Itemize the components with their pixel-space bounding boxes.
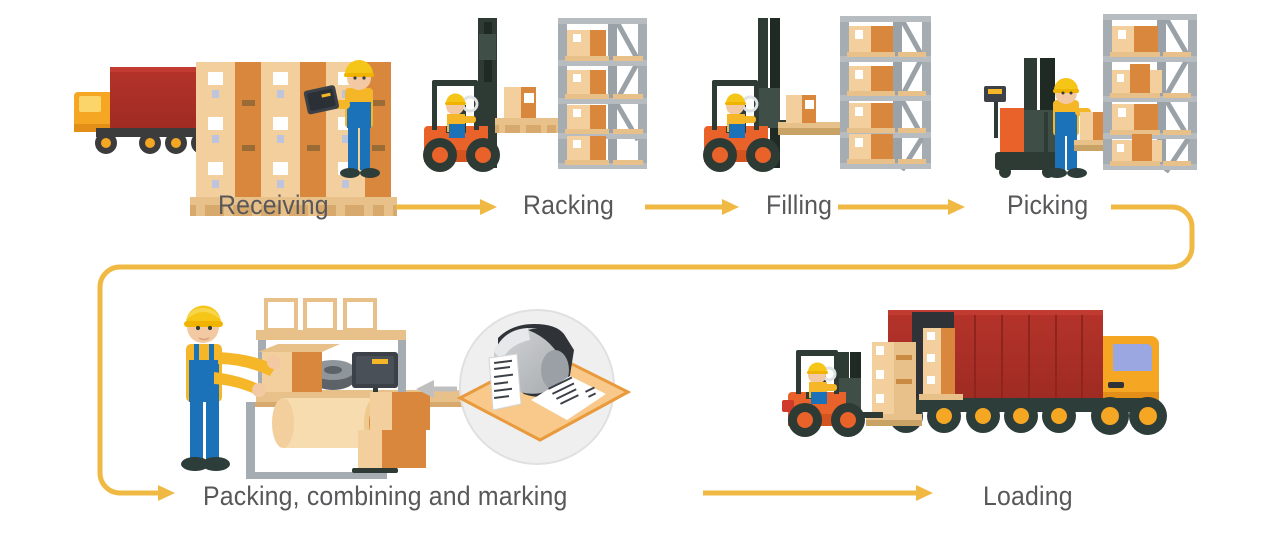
arrow-receiving-to-racking xyxy=(396,199,497,215)
arrow-packing-to-loading xyxy=(703,485,933,501)
arrow-racking-to-filling xyxy=(645,199,739,215)
loading-truck xyxy=(884,310,1167,435)
racking-forklift xyxy=(423,18,563,172)
filling-forklift xyxy=(703,18,840,172)
illustration-loading xyxy=(782,310,1167,437)
picking-order-picker-truck xyxy=(984,58,1057,178)
illustration-picking xyxy=(984,14,1197,178)
step-label-racking: Racking xyxy=(523,190,615,220)
picking-shelf xyxy=(1103,14,1197,174)
racking-shelf xyxy=(558,18,647,169)
diagram-illustrations xyxy=(74,14,1197,501)
diagram-canvas: Receiving Racking Filling Picking Packin… xyxy=(0,0,1280,533)
printed-label-strip xyxy=(488,353,522,411)
step-label-receiving: Receiving xyxy=(218,190,329,220)
step-label-packing: Packing, combining and marking xyxy=(203,481,568,511)
illustration-filling xyxy=(703,16,931,172)
step-label-filling: Filling xyxy=(766,190,833,220)
filling-shelf xyxy=(840,16,931,172)
label-printer-callout xyxy=(456,309,632,465)
step-label-loading: Loading xyxy=(983,481,1073,511)
step-label-picking: Picking xyxy=(1007,190,1089,220)
illustration-racking xyxy=(423,18,647,172)
arrow-filling-to-picking xyxy=(838,199,965,215)
